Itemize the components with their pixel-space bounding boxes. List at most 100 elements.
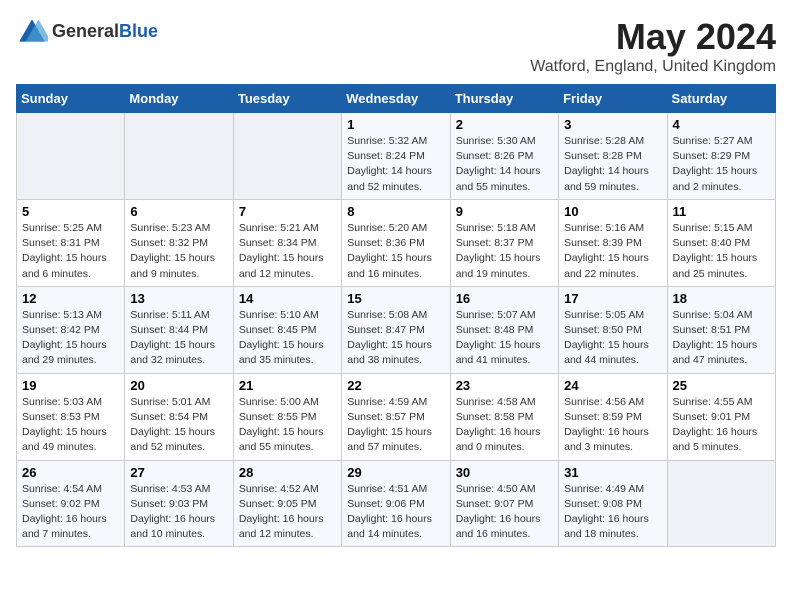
month-title: May 2024 (530, 16, 776, 58)
weekday-header-saturday: Saturday (667, 85, 775, 113)
calendar-cell: 27 Sunrise: 4:53 AMSunset: 9:03 PMDayligh… (125, 460, 233, 547)
day-number: 22 (347, 378, 444, 393)
calendar-cell (17, 113, 125, 200)
day-number: 27 (130, 465, 227, 480)
calendar-cell: 4 Sunrise: 5:27 AMSunset: 8:29 PMDaylight… (667, 113, 775, 200)
day-info: Sunrise: 4:58 AMSunset: 8:58 PMDaylight:… (456, 395, 553, 456)
calendar-cell: 6 Sunrise: 5:23 AMSunset: 8:32 PMDaylight… (125, 199, 233, 286)
day-number: 24 (564, 378, 661, 393)
calendar-cell: 25 Sunrise: 4:55 AMSunset: 9:01 PMDayligh… (667, 373, 775, 460)
day-info: Sunrise: 4:50 AMSunset: 9:07 PMDaylight:… (456, 482, 553, 543)
day-number: 13 (130, 291, 227, 306)
calendar-cell: 31 Sunrise: 4:49 AMSunset: 9:08 PMDayligh… (559, 460, 667, 547)
day-info: Sunrise: 4:53 AMSunset: 9:03 PMDaylight:… (130, 482, 227, 543)
day-info: Sunrise: 5:20 AMSunset: 8:36 PMDaylight:… (347, 221, 444, 282)
day-number: 29 (347, 465, 444, 480)
day-number: 11 (673, 204, 770, 219)
day-number: 9 (456, 204, 553, 219)
calendar-cell: 8 Sunrise: 5:20 AMSunset: 8:36 PMDaylight… (342, 199, 450, 286)
day-info: Sunrise: 5:18 AMSunset: 8:37 PMDaylight:… (456, 221, 553, 282)
day-number: 12 (22, 291, 119, 306)
day-number: 1 (347, 117, 444, 132)
calendar-cell: 1 Sunrise: 5:32 AMSunset: 8:24 PMDaylight… (342, 113, 450, 200)
day-info: Sunrise: 5:01 AMSunset: 8:54 PMDaylight:… (130, 395, 227, 456)
day-info: Sunrise: 5:00 AMSunset: 8:55 PMDaylight:… (239, 395, 336, 456)
day-info: Sunrise: 5:21 AMSunset: 8:34 PMDaylight:… (239, 221, 336, 282)
logo-icon (16, 16, 48, 48)
day-number: 14 (239, 291, 336, 306)
calendar-cell: 2 Sunrise: 5:30 AMSunset: 8:26 PMDaylight… (450, 113, 558, 200)
day-info: Sunrise: 5:11 AMSunset: 8:44 PMDaylight:… (130, 308, 227, 369)
day-info: Sunrise: 4:56 AMSunset: 8:59 PMDaylight:… (564, 395, 661, 456)
calendar-cell: 19 Sunrise: 5:03 AMSunset: 8:53 PMDayligh… (17, 373, 125, 460)
day-info: Sunrise: 5:04 AMSunset: 8:51 PMDaylight:… (673, 308, 770, 369)
weekday-header-monday: Monday (125, 85, 233, 113)
calendar-cell: 9 Sunrise: 5:18 AMSunset: 8:37 PMDaylight… (450, 199, 558, 286)
calendar-cell: 30 Sunrise: 4:50 AMSunset: 9:07 PMDayligh… (450, 460, 558, 547)
day-info: Sunrise: 5:30 AMSunset: 8:26 PMDaylight:… (456, 134, 553, 195)
calendar-cell: 23 Sunrise: 4:58 AMSunset: 8:58 PMDayligh… (450, 373, 558, 460)
day-info: Sunrise: 4:59 AMSunset: 8:57 PMDaylight:… (347, 395, 444, 456)
calendar-cell: 28 Sunrise: 4:52 AMSunset: 9:05 PMDayligh… (233, 460, 341, 547)
day-number: 19 (22, 378, 119, 393)
day-number: 25 (673, 378, 770, 393)
day-info: Sunrise: 5:27 AMSunset: 8:29 PMDaylight:… (673, 134, 770, 195)
day-info: Sunrise: 4:49 AMSunset: 9:08 PMDaylight:… (564, 482, 661, 543)
day-number: 28 (239, 465, 336, 480)
day-number: 16 (456, 291, 553, 306)
weekday-header-tuesday: Tuesday (233, 85, 341, 113)
calendar-cell: 13 Sunrise: 5:11 AMSunset: 8:44 PMDayligh… (125, 286, 233, 373)
calendar-cell: 3Sunrise: 5:28 AMSunset: 8:28 PMDaylight… (559, 113, 667, 200)
location-text: Watford, England, United Kingdom (530, 58, 776, 76)
calendar-cell (125, 113, 233, 200)
day-info: Sunrise: 5:05 AMSunset: 8:50 PMDaylight:… (564, 308, 661, 369)
day-number: 3 (564, 117, 661, 132)
calendar-cell: 11Sunrise: 5:15 AMSunset: 8:40 PMDayligh… (667, 199, 775, 286)
calendar-cell: 24 Sunrise: 4:56 AMSunset: 8:59 PMDayligh… (559, 373, 667, 460)
day-number: 6 (130, 204, 227, 219)
day-number: 8 (347, 204, 444, 219)
day-info: Sunrise: 4:51 AMSunset: 9:06 PMDaylight:… (347, 482, 444, 543)
calendar-cell: 21 Sunrise: 5:00 AMSunset: 8:55 PMDayligh… (233, 373, 341, 460)
day-info: Sunrise: 5:03 AMSunset: 8:53 PMDaylight:… (22, 395, 119, 456)
day-info: Sunrise: 5:16 AMSunset: 8:39 PMDaylight:… (564, 221, 661, 282)
day-info: Sunrise: 5:23 AMSunset: 8:32 PMDaylight:… (130, 221, 227, 282)
day-number: 4 (673, 117, 770, 132)
day-number: 30 (456, 465, 553, 480)
logo-blue-text: Blue (119, 21, 158, 41)
calendar-cell: 18Sunrise: 5:04 AMSunset: 8:51 PMDayligh… (667, 286, 775, 373)
calendar-cell (667, 460, 775, 547)
day-info: Sunrise: 5:07 AMSunset: 8:48 PMDaylight:… (456, 308, 553, 369)
weekday-header-wednesday: Wednesday (342, 85, 450, 113)
day-number: 21 (239, 378, 336, 393)
day-number: 23 (456, 378, 553, 393)
weekday-header-thursday: Thursday (450, 85, 558, 113)
day-info: Sunrise: 4:54 AMSunset: 9:02 PMDaylight:… (22, 482, 119, 543)
logo-general-text: General (52, 21, 119, 41)
logo: GeneralBlue (16, 16, 158, 48)
calendar-cell: 5Sunrise: 5:25 AMSunset: 8:31 PMDaylight… (17, 199, 125, 286)
title-block: May 2024 Watford, England, United Kingdo… (530, 16, 776, 76)
day-number: 10 (564, 204, 661, 219)
calendar-cell: 20 Sunrise: 5:01 AMSunset: 8:54 PMDayligh… (125, 373, 233, 460)
calendar-cell: 29 Sunrise: 4:51 AMSunset: 9:06 PMDayligh… (342, 460, 450, 547)
day-number: 5 (22, 204, 119, 219)
day-info: Sunrise: 4:52 AMSunset: 9:05 PMDaylight:… (239, 482, 336, 543)
calendar-cell: 17 Sunrise: 5:05 AMSunset: 8:50 PMDayligh… (559, 286, 667, 373)
calendar-cell: 15Sunrise: 5:08 AMSunset: 8:47 PMDayligh… (342, 286, 450, 373)
day-number: 7 (239, 204, 336, 219)
day-number: 31 (564, 465, 661, 480)
calendar-cell: 7 Sunrise: 5:21 AMSunset: 8:34 PMDaylight… (233, 199, 341, 286)
day-number: 20 (130, 378, 227, 393)
day-info: Sunrise: 4:55 AMSunset: 9:01 PMDaylight:… (673, 395, 770, 456)
page-header: GeneralBlue May 2024 Watford, England, U… (16, 16, 776, 76)
calendar-table: SundayMondayTuesdayWednesdayThursdayFrid… (16, 84, 776, 547)
day-number: 2 (456, 117, 553, 132)
weekday-header-sunday: Sunday (17, 85, 125, 113)
calendar-cell: 10 Sunrise: 5:16 AMSunset: 8:39 PMDayligh… (559, 199, 667, 286)
calendar-cell (233, 113, 341, 200)
calendar-cell: 14Sunrise: 5:10 AMSunset: 8:45 PMDayligh… (233, 286, 341, 373)
day-number: 17 (564, 291, 661, 306)
calendar-cell: 26Sunrise: 4:54 AMSunset: 9:02 PMDayligh… (17, 460, 125, 547)
day-info: Sunrise: 5:32 AMSunset: 8:24 PMDaylight:… (347, 134, 444, 195)
